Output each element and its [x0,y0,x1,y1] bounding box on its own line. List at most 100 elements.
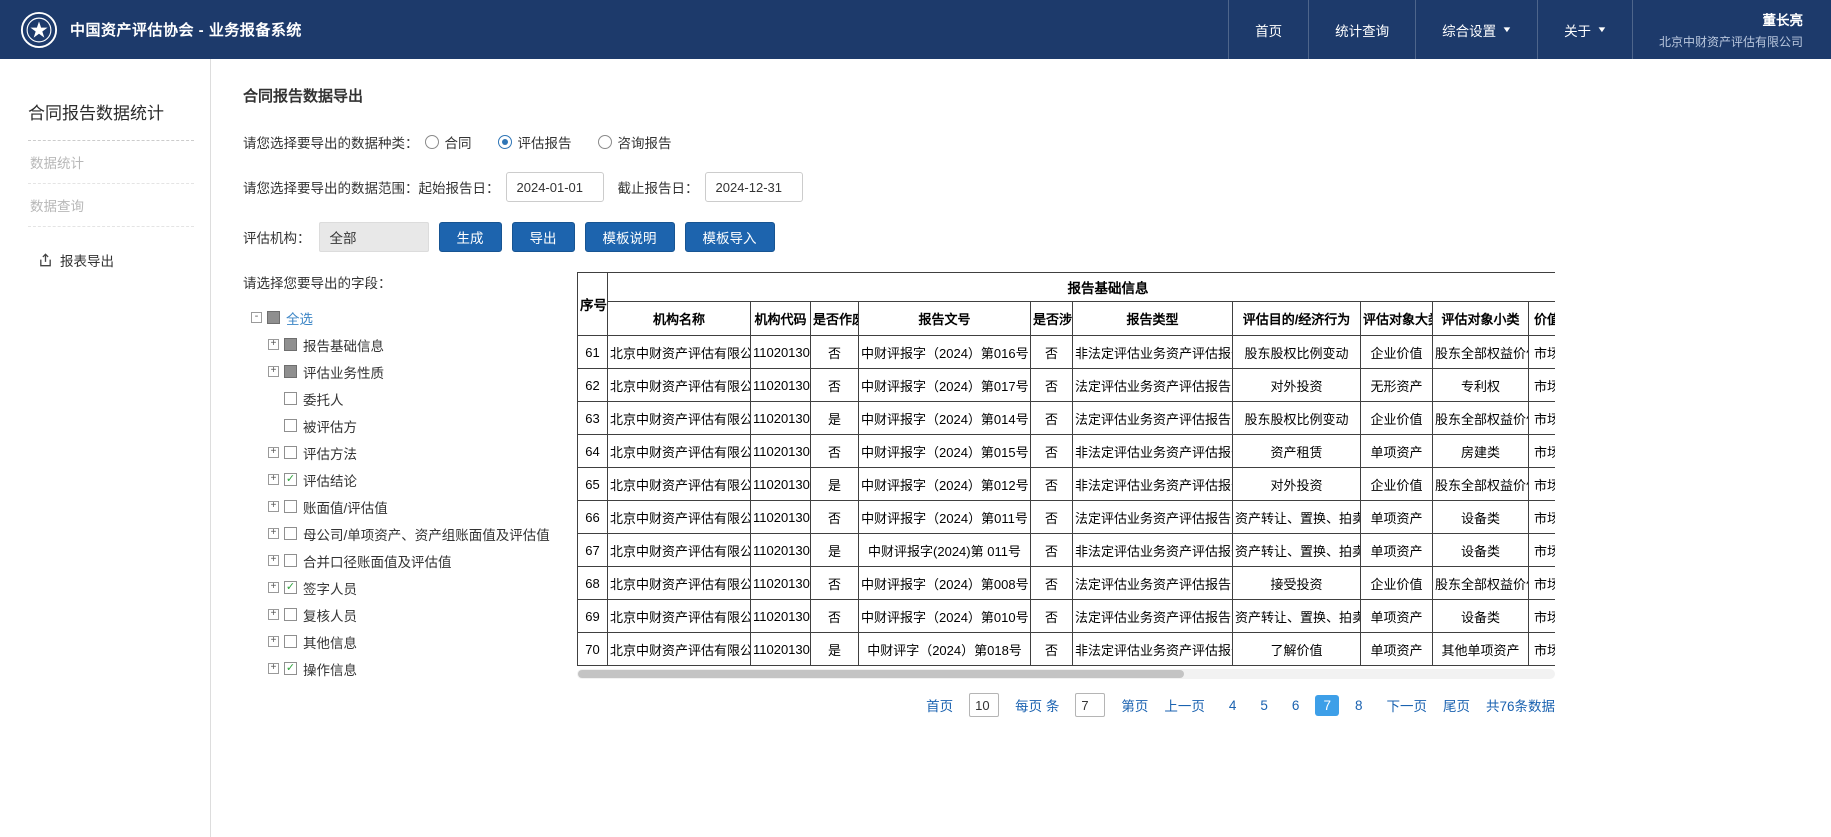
start-date-input[interactable] [506,172,604,202]
expand-toggle-icon[interactable]: + [268,609,279,620]
app-title: 中国资产评估协会 - 业务报备系统 [70,19,302,40]
tree-item-label[interactable]: 报告基础信息 [303,335,384,355]
row-number: 67 [578,534,608,567]
table-cell: 企业价值 [1361,567,1433,600]
checkbox-unchecked[interactable] [284,392,297,405]
table-row[interactable]: 65北京中财资产评估有限公司11020130是中财评报字（2024）第012号否… [578,468,1556,501]
user-block[interactable]: 董长亮 北京中财资产评估有限公司 [1632,0,1831,59]
table-cell: 是 [811,633,859,666]
tree-item: + 评估业务性质 [251,358,577,385]
page-button-7[interactable]: 7 [1315,695,1339,716]
table-row[interactable]: 63北京中财资产评估有限公司11020130是中财评报字（2024）第014号否… [578,402,1556,435]
page-number-input[interactable] [1075,693,1105,717]
nav-settings[interactable]: 综合设置▼ [1415,0,1537,59]
tree-item: + 账面值/评估值 [251,493,577,520]
nav-home[interactable]: 首页 [1228,0,1308,59]
column-header: 是否涉密 [1031,302,1073,336]
tree-item-label[interactable]: 被评估方 [303,416,357,436]
expand-toggle-icon[interactable]: + [268,555,279,566]
end-date-label: 截止报告日： [618,177,699,197]
table-horizontal-scrollbar[interactable] [577,669,1555,679]
sidebar-item-data-stats[interactable]: 数据统计 [28,141,194,184]
table-cell: 市场 [1529,600,1556,633]
tree-item-label[interactable]: 账面值/评估值 [303,497,388,517]
nav-stats-query[interactable]: 统计查询 [1308,0,1415,59]
table-row[interactable]: 70北京中财资产评估有限公司11020130是中财评字（2024）第018号否非… [578,633,1556,666]
checkbox-checked[interactable]: ✓ [284,473,297,486]
org-select-value: 全部 [330,227,357,247]
table-row[interactable]: 68北京中财资产评估有限公司11020130否中财评报字（2024）第008号否… [578,567,1556,600]
checkbox-checked[interactable]: ✓ [284,662,297,675]
tree-item-label[interactable]: 签字人员 [303,578,357,598]
checkbox-partial[interactable] [284,338,297,351]
checkbox-checked[interactable]: ✓ [284,581,297,594]
radio-appraisal-report[interactable]: 评估报告 [498,132,572,152]
tree-item-label[interactable]: 委托人 [303,389,344,409]
template-import-button[interactable]: 模板导入 [685,222,775,252]
tree-item-label[interactable]: 评估业务性质 [303,362,384,382]
table-row[interactable]: 61北京中财资产评估有限公司11020130否中财评报字（2024）第016号否… [578,336,1556,369]
expand-toggle-icon[interactable]: + [268,528,279,539]
table-row[interactable]: 64北京中财资产评估有限公司11020130否中财评报字（2024）第015号否… [578,435,1556,468]
column-header: 报告类型 [1073,302,1233,336]
tree-item-label[interactable]: 其他信息 [303,632,357,652]
expand-toggle-icon[interactable]: + [268,582,279,593]
pagination-first[interactable]: 首页 [926,695,953,715]
tree-item-label[interactable]: 复核人员 [303,605,357,625]
expand-toggle-icon[interactable]: + [268,474,279,485]
per-page-input[interactable] [969,693,999,717]
page-button-6[interactable]: 6 [1284,695,1308,716]
template-help-button[interactable]: 模板说明 [585,222,675,252]
org-select[interactable]: 全部 [319,222,429,252]
table-cell: 否 [811,336,859,369]
checkbox-unchecked[interactable] [284,527,297,540]
pagination-prev[interactable]: 上一页 [1164,695,1205,715]
tree-item-label[interactable]: 全选 [286,308,313,328]
expand-toggle-icon[interactable]: + [268,636,279,647]
checkbox-unchecked[interactable] [284,554,297,567]
expand-toggle-icon[interactable]: + [268,366,279,377]
expand-toggle-icon[interactable]: + [268,501,279,512]
checkbox-partial[interactable] [267,311,280,324]
org-filter-row: 评估机构： 全部 生成导出模板说明模板导入 [243,222,1831,252]
checkbox-unchecked[interactable] [284,608,297,621]
column-header: 评估对象大类 [1361,302,1433,336]
row-number: 65 [578,468,608,501]
tree-item-label[interactable]: 评估结论 [303,470,357,490]
radio-consulting-report[interactable]: 咨询报告 [598,132,672,152]
sidebar-item-data-query[interactable]: 数据查询 [28,184,194,227]
table-row[interactable]: 69北京中财资产评估有限公司11020130否中财评报字（2024）第010号否… [578,600,1556,633]
table-row[interactable]: 66北京中财资产评估有限公司11020130否中财评报字（2024）第011号否… [578,501,1556,534]
radio-contract[interactable]: 合同 [425,132,472,152]
scrollbar-thumb[interactable] [578,670,1184,678]
pagination-last[interactable]: 尾页 [1443,695,1470,715]
expand-toggle-icon[interactable]: + [268,663,279,674]
table-cell: 市场 [1529,435,1556,468]
tree-item: + ✓ 操作信息 [251,655,577,682]
checkbox-unchecked[interactable] [284,446,297,459]
generate-button[interactable]: 生成 [439,222,502,252]
checkbox-unchecked[interactable] [284,500,297,513]
pagination-next[interactable]: 下一页 [1386,695,1427,715]
collapse-toggle-icon[interactable]: - [251,312,262,323]
nav-about[interactable]: 关于▼ [1537,0,1632,59]
table-cell: 市场 [1529,336,1556,369]
checkbox-unchecked[interactable] [284,419,297,432]
end-date-input[interactable] [705,172,803,202]
sidebar-items: 数据统计数据查询报表导出 [28,141,194,281]
page-button-5[interactable]: 5 [1252,695,1276,716]
checkbox-unchecked[interactable] [284,635,297,648]
page-button-4[interactable]: 4 [1221,695,1245,716]
tree-item-label[interactable]: 操作信息 [303,659,357,679]
page-button-8[interactable]: 8 [1347,695,1371,716]
expand-toggle-icon[interactable]: + [268,447,279,458]
tree-item-label[interactable]: 评估方法 [303,443,357,463]
expand-toggle-icon[interactable]: + [268,339,279,350]
tree-item-label[interactable]: 合并口径账面值及评估值 [303,551,452,571]
export-button[interactable]: 导出 [512,222,575,252]
table-row[interactable]: 67北京中财资产评估有限公司11020130是中财评报字(2024)第 011号… [578,534,1556,567]
checkbox-partial[interactable] [284,365,297,378]
table-row[interactable]: 62北京中财资产评估有限公司11020130否中财评报字（2024）第017号否… [578,369,1556,402]
tree-item-label[interactable]: 母公司/单项资产、资产组账面值及评估值 [303,524,550,544]
sidebar-item-report-export[interactable]: 报表导出 [28,239,194,281]
